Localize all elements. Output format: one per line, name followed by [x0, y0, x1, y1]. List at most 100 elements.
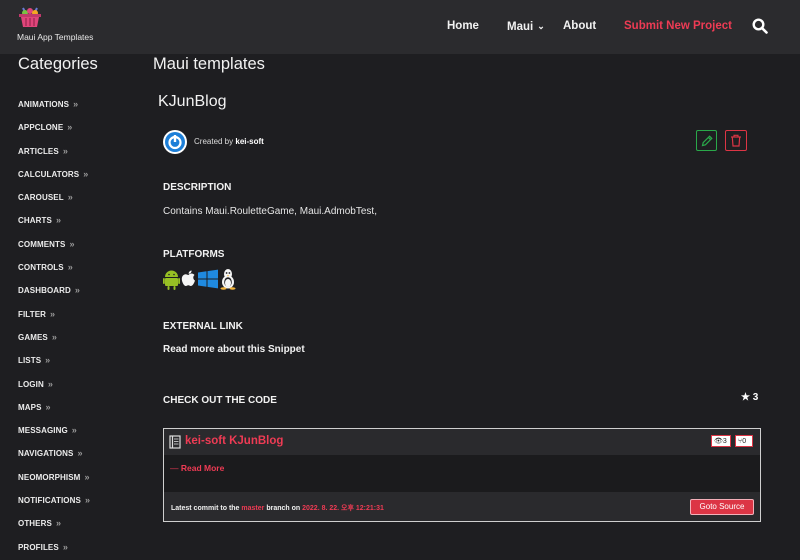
pencil-icon — [701, 135, 713, 147]
edit-button[interactable] — [696, 130, 717, 151]
category-label: NAVIGATIONS — [18, 449, 74, 459]
repo-book-icon — [169, 435, 181, 449]
category-item[interactable]: CAROUSEL» — [18, 187, 90, 210]
description-heading: DESCRIPTION — [163, 182, 232, 193]
double-chevron-right-icon: » — [69, 238, 75, 249]
external-link[interactable]: Read more about this Snippet — [163, 344, 305, 355]
category-label: ANIMATIONS — [18, 100, 70, 109]
double-chevron-right-icon: » — [84, 471, 90, 482]
trash-icon — [731, 134, 741, 147]
double-chevron-right-icon: » — [45, 401, 51, 412]
category-label: ARTICLES — [18, 146, 59, 156]
commit-date: 2022. 8. 22. 오후 12:21:31 — [302, 505, 384, 512]
commit-mid: branch on — [266, 505, 301, 512]
chevron-down-icon: ⌄ — [537, 21, 545, 31]
category-label: COMMENTS — [18, 239, 66, 249]
category-item[interactable]: LISTS» — [18, 350, 90, 373]
nav-about[interactable]: About — [563, 0, 596, 54]
double-chevron-right-icon: » — [74, 285, 81, 296]
double-chevron-right-icon: » — [51, 331, 57, 342]
basket-icon — [19, 7, 41, 27]
category-label: CHARTS — [18, 216, 52, 226]
double-chevron-right-icon: » — [73, 99, 79, 109]
double-chevron-right-icon: » — [55, 215, 62, 226]
category-list: ANIMATIONS» APPCLONE» ARTICLES» CALCULAT… — [18, 94, 90, 560]
category-item[interactable]: CONTROLS» — [18, 257, 90, 280]
category-item[interactable]: NAVIGATIONS» — [18, 443, 90, 466]
branch-name[interactable]: master — [241, 505, 264, 512]
brand-logo[interactable]: Maui App Templates — [14, 6, 114, 50]
description-text: Contains Maui.RouletteGame, Maui.AdmobTe… — [163, 206, 377, 217]
forks-badge[interactable]: ⑂0 — [735, 435, 753, 447]
double-chevron-right-icon: » — [71, 425, 77, 436]
stars-count[interactable]: ★ 3 — [741, 392, 758, 403]
category-label: MESSAGING — [18, 426, 68, 436]
eye-icon: 👁 — [714, 438, 723, 445]
category-label: LISTS — [18, 356, 42, 366]
code-heading: CHECK OUT THE CODE — [163, 395, 277, 406]
avatar[interactable] — [163, 130, 187, 154]
nav-submit-project[interactable]: Submit New Project — [624, 0, 732, 54]
category-item[interactable]: NEOMORPHISM» — [18, 467, 90, 490]
external-link-heading: EXTERNAL LINK — [163, 321, 243, 332]
forks-count: 0 — [742, 438, 747, 445]
category-item[interactable]: MAPS» — [18, 397, 90, 420]
double-chevron-right-icon: » — [55, 518, 62, 529]
category-label: CAROUSEL — [18, 193, 64, 203]
double-chevron-right-icon: » — [67, 192, 73, 203]
stars-value: 3 — [752, 392, 759, 403]
watchers-count: 3 — [722, 438, 727, 445]
nav-maui-label: Maui — [507, 21, 534, 33]
category-item[interactable]: MESSAGING» — [18, 420, 90, 443]
goto-source-button[interactable]: Goto Source — [690, 499, 754, 515]
watchers-badge[interactable]: 👁3 — [711, 435, 731, 447]
windows-icon — [197, 268, 219, 295]
star-icon: ★ — [741, 392, 750, 403]
category-label: LOGIN — [18, 379, 44, 389]
category-label: CONTROLS — [18, 263, 64, 273]
created-by-label: Created by — [194, 137, 234, 146]
category-item[interactable]: PROFILES» — [18, 537, 90, 560]
category-item[interactable]: DASHBOARD» — [18, 280, 90, 303]
category-item[interactable]: FILTER» — [18, 304, 90, 327]
repo-card: kei-soft KJunBlog 👁3 ⑂0 — Read More Late… — [163, 428, 761, 522]
double-chevron-right-icon: » — [45, 355, 51, 366]
category-label: NEOMORPHISM — [18, 472, 81, 482]
double-chevron-right-icon: » — [77, 448, 83, 459]
double-chevron-right-icon: » — [67, 262, 73, 273]
search-icon[interactable] — [752, 18, 768, 34]
author-name[interactable]: kei-soft — [235, 137, 263, 146]
category-label: CALCULATORS — [18, 169, 80, 179]
repo-read-more[interactable]: — Read More — [170, 463, 224, 473]
category-item[interactable]: APPCLONE» — [18, 117, 90, 140]
nav-home[interactable]: Home — [447, 0, 479, 54]
category-item[interactable]: CALCULATORS» — [18, 164, 90, 187]
category-label: MAPS — [18, 402, 42, 412]
delete-button[interactable] — [725, 130, 747, 151]
page-title: Maui templates — [153, 55, 265, 73]
category-item[interactable]: ANIMATIONS» — [18, 94, 90, 117]
category-label: APPCLONE — [18, 123, 64, 133]
commit-prefix: Latest commit to the — [171, 505, 240, 512]
category-item[interactable]: OTHERS» — [18, 513, 90, 536]
double-chevron-right-icon: » — [83, 168, 89, 179]
platforms-heading: PLATFORMS — [163, 249, 225, 260]
created-by: Created by kei-soft — [194, 137, 264, 146]
read-more-label: Read More — [180, 463, 225, 473]
nav-maui-dropdown[interactable]: Maui ⌄ — [507, 0, 545, 54]
category-item[interactable]: ARTICLES» — [18, 141, 90, 164]
category-label: NOTIFICATIONS — [18, 496, 81, 506]
category-item[interactable]: COMMENTS» — [18, 234, 90, 257]
category-item[interactable]: GAMES» — [18, 327, 90, 350]
repo-name-link[interactable]: kei-soft KJunBlog — [185, 435, 283, 447]
category-item[interactable]: CHARTS» — [18, 210, 90, 233]
double-chevron-right-icon: » — [47, 378, 53, 389]
category-label: DASHBOARD — [18, 286, 71, 296]
categories-title: Categories — [18, 55, 98, 73]
double-chevron-right-icon: » — [62, 145, 68, 156]
category-item[interactable]: LOGIN» — [18, 374, 90, 397]
double-chevron-right-icon: » — [50, 308, 56, 319]
top-navbar: Maui App Templates Home Maui ⌄ About Subm… — [0, 0, 800, 54]
category-item[interactable]: NOTIFICATIONS» — [18, 490, 90, 513]
double-chevron-right-icon: » — [62, 541, 68, 552]
